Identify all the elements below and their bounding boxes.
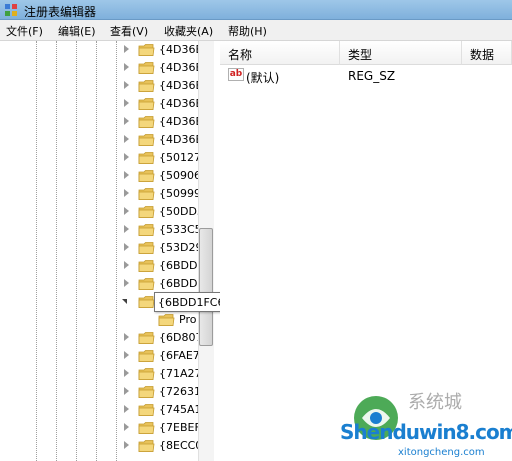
tree-child-item[interactable]: Pro [0,311,213,329]
folder-icon [138,422,155,434]
expand-arrow-icon[interactable] [124,171,129,179]
expand-arrow-icon[interactable] [124,135,129,143]
tree-item[interactable]: {4D36E! [0,95,213,113]
expand-arrow-icon[interactable] [124,387,129,395]
expand-arrow-icon[interactable] [124,405,129,413]
tree-item-label: {6FAE7 [159,349,200,362]
tree-child-label: Pro [179,313,197,326]
folder-icon [138,260,155,272]
svg-text:系统城: 系统城 [408,392,462,413]
menu-favorites[interactable]: 收藏夹(A) [164,23,213,39]
folder-icon [138,62,155,74]
expand-arrow-icon[interactable] [124,45,129,53]
expand-arrow-icon[interactable] [124,117,129,125]
title-bar: 注册表编辑器 [0,0,512,20]
tree-item[interactable]: {4D36E! [0,77,213,95]
expand-arrow-icon[interactable] [124,189,129,197]
tree-item[interactable]: {4D36E [0,41,213,59]
folder-icon [138,386,155,398]
column-data-label: 数据 [470,48,495,62]
tree-item[interactable]: {4D36E! [0,131,213,149]
watermark-main-text: Shenduwin8.com [340,420,512,444]
tree-item[interactable]: {72631E [0,383,213,401]
tree-item[interactable]: {6BDD1 [0,275,213,293]
tree-item[interactable]: {50906C [0,167,213,185]
folder-icon [138,350,155,362]
folder-icon [138,134,155,146]
folder-icon [138,152,155,164]
tree-item[interactable]: {533C5I [0,221,213,239]
tree-item[interactable]: {4D36E! [0,59,213,77]
expand-arrow-icon[interactable] [124,261,129,269]
menu-edit[interactable]: 编辑(E) [58,23,96,39]
string-value-icon: ab [228,68,244,81]
folder-icon [138,44,155,56]
column-header-data[interactable]: 数据 [462,41,512,65]
folder-icon [138,206,155,218]
folder-icon [138,242,155,254]
tree-item[interactable]: {4D36E! [0,113,213,131]
column-type-label: 类型 [348,48,373,62]
value-name: (默认) [246,71,280,85]
folder-icon [138,98,155,110]
expand-arrow-icon[interactable] [124,153,129,161]
tree-item[interactable]: {6BDD1 [0,257,213,275]
collapse-arrow-icon[interactable] [122,299,127,304]
tree-item[interactable]: {53D29I [0,239,213,257]
folder-icon [138,368,155,380]
folder-icon [138,80,155,92]
value-row[interactable]: ab (默认) REG_SZ [220,67,512,85]
folder-icon [138,224,155,236]
menu-help[interactable]: 帮助(H) [228,23,267,39]
tree-item[interactable]: {71A270 [0,365,213,383]
expand-arrow-icon[interactable] [124,333,129,341]
folder-icon [138,116,155,128]
expand-arrow-icon[interactable] [124,369,129,377]
tree-item[interactable]: {7EBEFE [0,419,213,437]
column-header-type[interactable]: 类型 [340,41,462,65]
value-type: REG_SZ [348,69,396,83]
expand-arrow-icon[interactable] [124,63,129,71]
expand-arrow-icon[interactable] [124,81,129,89]
folder-icon [138,404,155,416]
tree-item[interactable]: {6D8070 [0,329,213,347]
expand-arrow-icon[interactable] [124,351,129,359]
folder-icon [138,440,155,452]
expand-arrow-icon[interactable] [124,441,129,449]
tree-item[interactable]: {745A17 [0,401,213,419]
tree-scrollbar-thumb[interactable] [199,228,213,346]
folder-icon [138,332,155,344]
tree-item[interactable]: {50127D [0,149,213,167]
menu-bar: 文件(F) 编辑(E) 查看(V) 收藏夹(A) 帮助(H) [0,20,512,41]
column-header-name[interactable]: 名称 [220,41,340,65]
tree-item[interactable]: {50DD5 [0,203,213,221]
folder-icon [138,188,155,200]
window-title: 注册表编辑器 [24,5,97,19]
tree-item-label: {4D36E [159,43,203,56]
tree-item[interactable]: {8ECC0 [0,437,213,455]
expand-arrow-icon[interactable] [124,243,129,251]
registry-tree[interactable]: {4D36E {4D36E! {4D36E! {4D36E! {4D36E! {4D36E… [0,41,214,461]
registry-app-icon [5,4,17,16]
expand-arrow-icon[interactable] [124,279,129,287]
menu-view[interactable]: 查看(V) [110,23,148,39]
tree-item[interactable]: {6FAE7 [0,347,213,365]
tree-item[interactable]: {509994 [0,185,213,203]
expand-arrow-icon[interactable] [124,207,129,215]
folder-icon [138,278,155,290]
expand-arrow-icon[interactable] [124,99,129,107]
column-name-label: 名称 [228,48,253,62]
folder-icon [138,170,155,182]
folder-icon [158,314,175,326]
expand-arrow-icon[interactable] [124,423,129,431]
expand-arrow-icon[interactable] [124,225,129,233]
folder-icon [138,296,155,308]
menu-file[interactable]: 文件(F) [6,23,43,39]
watermark-sub-text: xitongcheng.com [398,447,485,458]
tree-item-label: {8ECC0 [159,439,203,452]
